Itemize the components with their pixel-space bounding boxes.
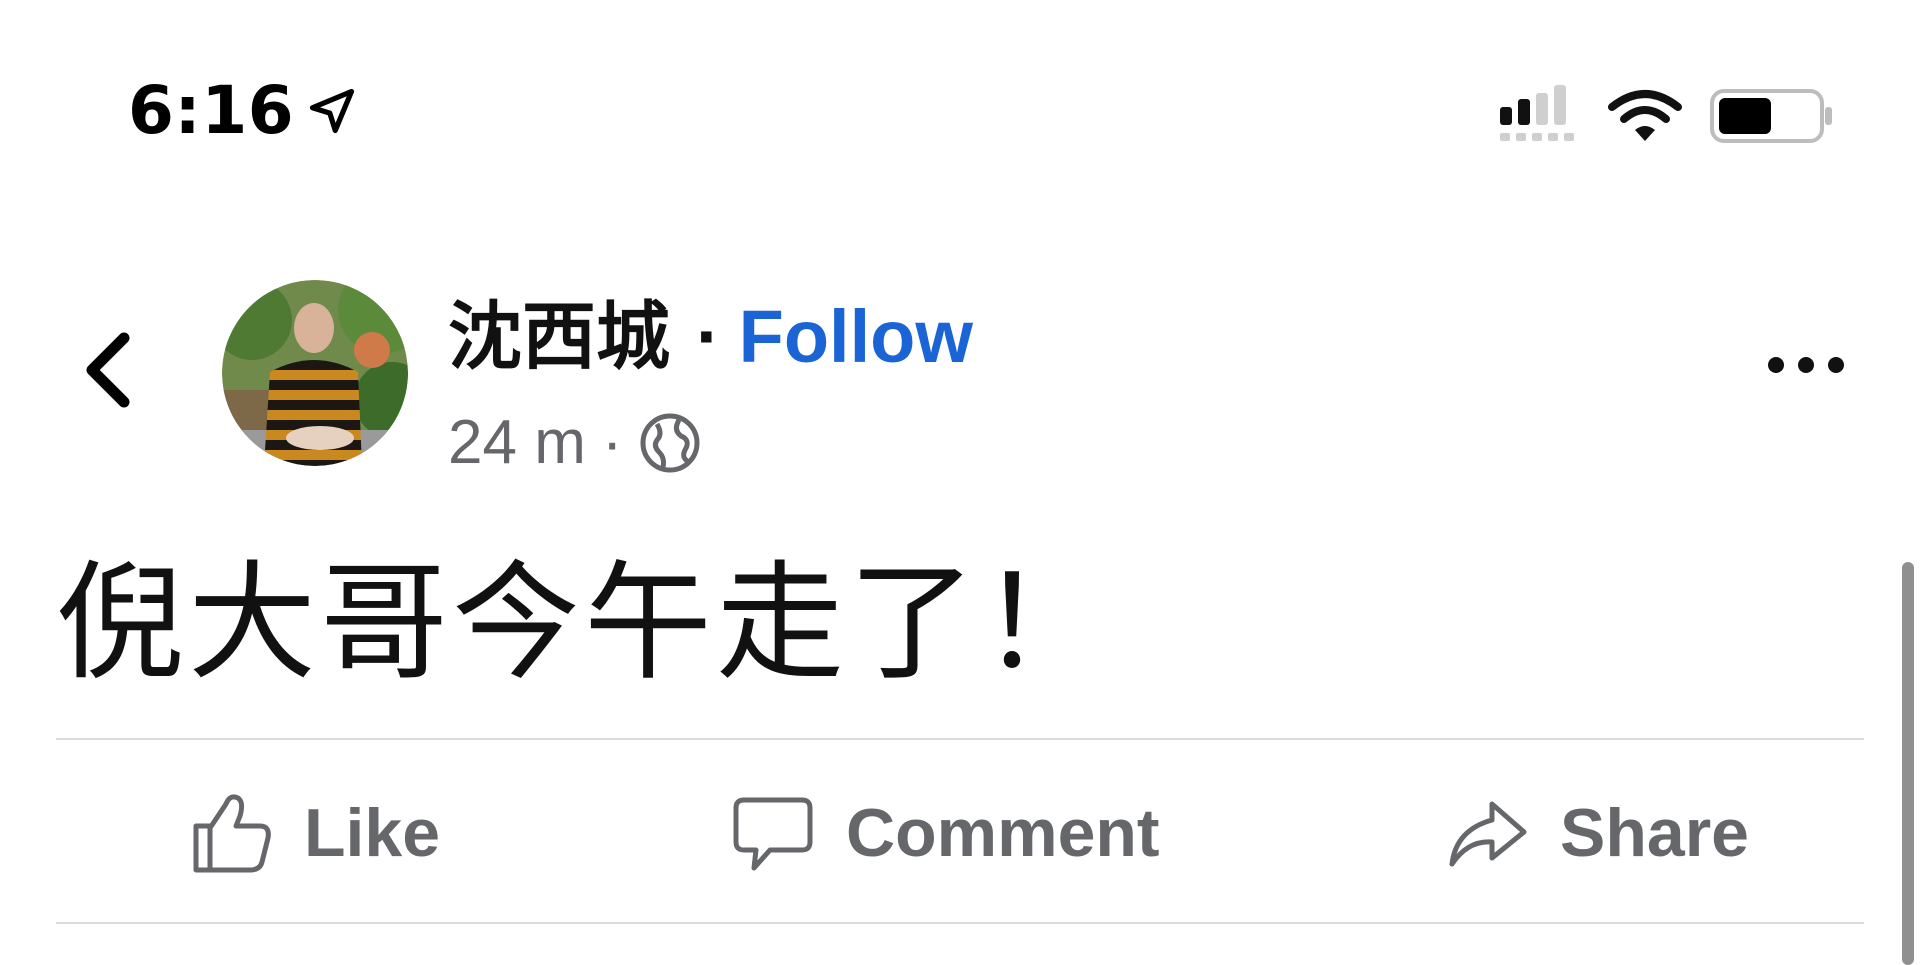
share-arrow-icon bbox=[1449, 801, 1527, 867]
cellular-signal-icon bbox=[1500, 85, 1574, 141]
globe-icon bbox=[640, 413, 699, 473]
like-button[interactable]: Like bbox=[188, 790, 440, 876]
location-arrow-icon bbox=[310, 88, 355, 134]
status-bar-icons bbox=[1498, 85, 1834, 147]
more-options-icon[interactable] bbox=[1766, 350, 1846, 380]
scrollbar[interactable] bbox=[1902, 562, 1914, 965]
divider-bottom bbox=[56, 922, 1864, 924]
comment-button[interactable]: Comment bbox=[730, 790, 1160, 876]
status-bar-time: 6:16 bbox=[128, 78, 358, 144]
follow-link[interactable]: Follow bbox=[739, 300, 973, 374]
comment-bubble-icon bbox=[733, 797, 813, 871]
like-label: Like bbox=[304, 795, 441, 871]
battery-icon bbox=[1710, 89, 1832, 143]
wifi-icon bbox=[1608, 90, 1682, 141]
meta-separator: · bbox=[601, 408, 623, 477]
author-name[interactable]: 沈西城 bbox=[448, 300, 670, 374]
author-line: 沈西城 · Follow bbox=[448, 295, 973, 378]
author-avatar[interactable] bbox=[222, 280, 408, 466]
post-meta: 24 m · bbox=[448, 412, 701, 474]
thumbs-up-icon bbox=[193, 794, 271, 873]
comment-label: Comment bbox=[846, 795, 1160, 871]
share-button[interactable]: Share bbox=[1444, 790, 1749, 876]
post-actions: Like Comment Share bbox=[56, 740, 1864, 922]
share-label: Share bbox=[1560, 795, 1749, 871]
post-timestamp[interactable]: 24 m bbox=[448, 412, 586, 474]
back-chevron-icon[interactable] bbox=[76, 330, 142, 410]
post-text: 倪大哥今午走了！ bbox=[56, 549, 1113, 698]
status-time-text: 6:16 bbox=[128, 72, 295, 149]
facebook-post-screen: 6:16 沈西城 · Follow 24 m · 倪大哥今午走了！ Like C… bbox=[0, 0, 1920, 965]
author-separator: · bbox=[696, 295, 721, 378]
post-header: 沈西城 · Follow 24 m · bbox=[0, 270, 1920, 474]
